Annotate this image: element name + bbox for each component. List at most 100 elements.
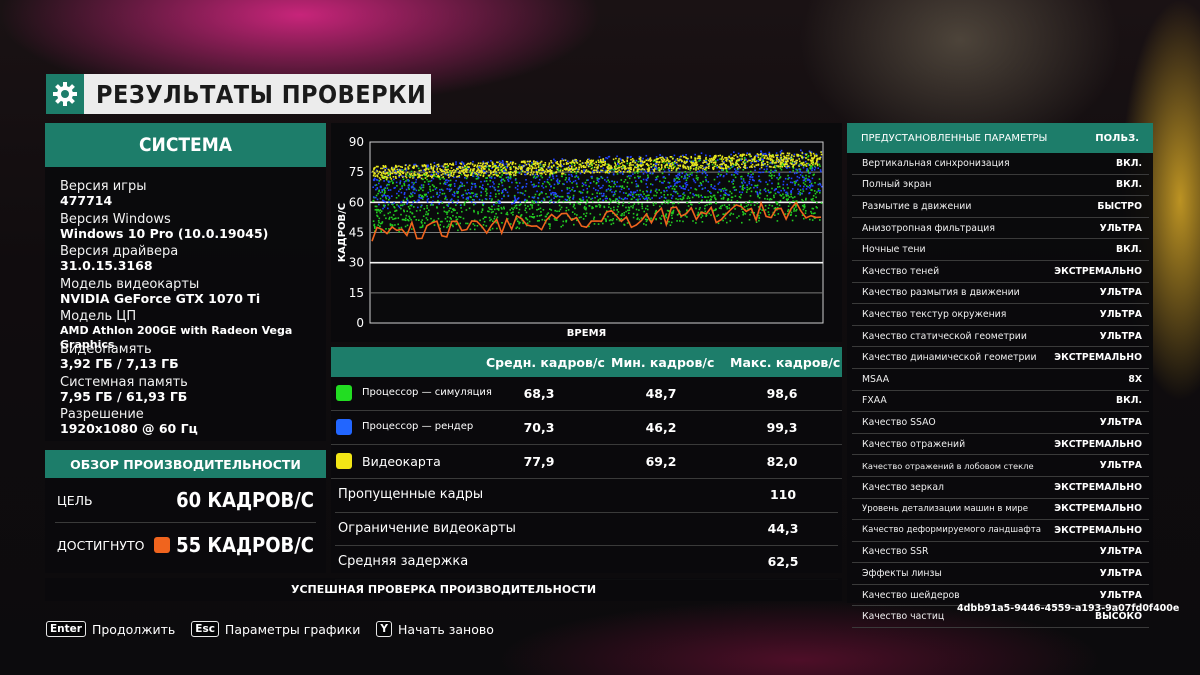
preset-name: Ночные тени bbox=[862, 244, 926, 256]
footer-action-начать-заново[interactable]: Y Начать заново bbox=[376, 621, 494, 637]
system-info-item: Системная память 7,95 ГБ / 61,93 ГБ bbox=[60, 375, 326, 408]
achieved-value: 55 КАДРОВ/С bbox=[176, 533, 314, 557]
system-info-value: Windows 10 Pro (10.0.19045) bbox=[60, 225, 269, 241]
preset-value: УЛЬТРА bbox=[1099, 460, 1142, 472]
y-tick-label: 15 bbox=[349, 286, 364, 300]
preset-row: Вертикальная синхронизация ВКЛ. bbox=[852, 153, 1149, 175]
preset-row: Анизотропная фильтрация УЛЬТРА bbox=[852, 218, 1149, 240]
target-value: 60 КАДРОВ/С bbox=[176, 488, 314, 512]
footer-action-продолжить[interactable]: Enter Продолжить bbox=[46, 621, 175, 637]
metric-row: Пропущенные кадры 110 bbox=[335, 479, 838, 513]
series-color-swatch bbox=[336, 385, 352, 401]
system-info-label: Модель ЦП bbox=[60, 309, 137, 325]
preset-value: ВКЛ. bbox=[1116, 157, 1142, 169]
preset-row: Эффекты линзы УЛЬТРА bbox=[852, 563, 1149, 585]
series-name: Процессор — симуляция bbox=[362, 387, 492, 398]
metric-rows: Пропущенные кадры 110 Ограничение видеокар… bbox=[331, 479, 842, 580]
min-fps-value: 46,2 bbox=[645, 420, 677, 435]
metric-name: Пропущенные кадры bbox=[338, 487, 484, 502]
preset-value: УЛЬТРА bbox=[1099, 416, 1142, 428]
preset-name: Качество отражений в лобовом стекле bbox=[862, 460, 1034, 471]
preset-value: ЭКСТРЕМАЛЬНО bbox=[1054, 524, 1142, 536]
achieved-color-swatch bbox=[154, 537, 171, 553]
preset-name: Вертикальная синхронизация bbox=[862, 157, 1010, 169]
achieved-label: ДОСТИГНУТО bbox=[57, 537, 145, 553]
preset-row: Качество статической геометрии УЛЬТРА bbox=[852, 326, 1149, 348]
footer-action-label: Начать заново bbox=[398, 621, 494, 637]
system-info-value: 7,95 ГБ / 61,93 ГБ bbox=[60, 388, 188, 404]
benchmark-guid: 4dbb91a5-9446-4559-a193-9a07fd0f400e bbox=[957, 603, 1180, 614]
preset-row: Качество зеркал ЭКСТРЕМАЛЬНО bbox=[852, 477, 1149, 499]
preset-value: УЛЬТРА bbox=[1099, 589, 1142, 601]
preset-row: Качество отражений в лобовом стекле УЛЬТР… bbox=[852, 455, 1149, 477]
target-row: ЦЕЛЬ 60 КАДРОВ/С bbox=[45, 478, 326, 522]
system-info-value: 1920x1080 @ 60 Гц bbox=[60, 421, 198, 437]
min-fps-value: 69,2 bbox=[645, 454, 677, 469]
system-info-label: Модель видеокарты bbox=[60, 276, 200, 292]
min-fps-value: 48,7 bbox=[645, 386, 677, 401]
preset-name: Качество деформируемого ландшафта bbox=[862, 525, 1042, 536]
x-axis-label: ВРЕМЯ bbox=[567, 328, 606, 339]
page-title: РЕЗУЛЬТАТЫ ПРОВЕРКИ bbox=[84, 74, 431, 114]
preset-name: Качество отражений bbox=[862, 438, 966, 450]
achieved-row: ДОСТИГНУТО 55 КАДРОВ/С bbox=[45, 523, 326, 567]
preset-value: ЭКСТРЕМАЛЬНО bbox=[1054, 503, 1142, 515]
footer-action-параметры-графики[interactable]: Esc Параметры графики bbox=[191, 621, 360, 637]
footer-controls: Enter Продолжить Esc Параметры графики Y Нача… bbox=[46, 618, 502, 640]
preset-value: ВКЛ. bbox=[1116, 179, 1142, 191]
max-fps-value: 82,0 bbox=[766, 454, 798, 469]
preset-row: FXAA ВКЛ. bbox=[852, 391, 1149, 413]
preset-value: УЛЬТРА bbox=[1099, 287, 1142, 299]
key-hint: Y bbox=[376, 621, 393, 637]
preset-value: УЛЬТРА bbox=[1099, 330, 1142, 342]
presets-list: Вертикальная синхронизация ВКЛ. Полный экр… bbox=[847, 153, 1153, 629]
system-info-item: Версия драйвера 31.0.15.3168 bbox=[60, 244, 326, 277]
preset-row: Качество SSR УЛЬТРА bbox=[852, 542, 1149, 564]
footer-action-label: Параметры графики bbox=[224, 621, 361, 637]
fps-stats-table: Средн. кадров/с Мин. кадров/с Макс. кадр… bbox=[331, 347, 842, 580]
system-info-label: Версия Windows bbox=[60, 211, 171, 227]
preset-value: ЭКСТРЕМАЛЬНО bbox=[1054, 265, 1142, 277]
preset-name: FXAA bbox=[862, 395, 887, 407]
system-info-label: Версия драйвера bbox=[60, 244, 179, 260]
series-color-swatch bbox=[336, 453, 352, 469]
preset-row: Уровень детализации машин в мире ЭКСТРЕМА… bbox=[852, 499, 1149, 521]
system-info-label: Разрешение bbox=[60, 407, 144, 423]
metric-value: 44,3 bbox=[767, 520, 799, 536]
preset-row: Качество теней ЭКСТРЕМАЛЬНО bbox=[852, 261, 1149, 283]
preset-name: Эффекты линзы bbox=[862, 568, 942, 580]
preset-row: Ночные тени ВКЛ. bbox=[852, 239, 1149, 261]
max-fps-value: 98,6 bbox=[766, 386, 798, 401]
page-header: РЕЗУЛЬТАТЫ ПРОВЕРКИ bbox=[46, 74, 431, 114]
fps-chart: 90 75 60 45 30 15 0 КАДРОВ/С ВРЕМЯ bbox=[337, 135, 824, 339]
system-info-value: 3,92 ГБ / 7,13 ГБ bbox=[60, 355, 179, 371]
preset-row: Качество SSAO УЛЬТРА bbox=[852, 412, 1149, 434]
preset-name: Размытие в движении bbox=[862, 200, 972, 212]
presets-title: ПРЕДУСТАНОВЛЕННЫЕ ПАРАМЕТРЫ bbox=[861, 132, 1048, 144]
metric-name: Средняя задержка bbox=[338, 554, 469, 569]
system-info-label: Видеопамять bbox=[60, 341, 152, 357]
metric-value: 62,5 bbox=[767, 554, 799, 569]
key-hint: Enter bbox=[46, 621, 86, 637]
preset-name: Качество SSR bbox=[862, 546, 929, 558]
metric-row: Средняя задержка 62,5 bbox=[335, 546, 838, 580]
system-title: СИСТЕМА bbox=[45, 123, 326, 167]
system-info-item: Модель видеокарты NVIDIA GeForce GTX 1070… bbox=[60, 277, 326, 310]
preset-value: БЫСТРО bbox=[1097, 200, 1142, 212]
system-info-item: Модель ЦП AMD Athlon 200GE with Radeon Ve… bbox=[60, 309, 326, 351]
avg-fps-value: 77,9 bbox=[523, 454, 555, 469]
avg-fps-value: 68,3 bbox=[523, 386, 555, 401]
y-tick-label: 75 bbox=[349, 165, 364, 179]
metric-name: Ограничение видеокарты bbox=[338, 520, 516, 536]
preset-name: Качество текстур окружения bbox=[862, 308, 1007, 320]
preset-name: Качество размытия в движении bbox=[862, 287, 1020, 299]
system-info-list: Версия игры 477714 Версия Windows Windows 1… bbox=[45, 167, 326, 440]
target-label: ЦЕЛЬ bbox=[57, 492, 93, 508]
preset-name: Уровень детализации машин в мире bbox=[862, 503, 1029, 514]
fps-chart-panel: 90 75 60 45 30 15 0 КАДРОВ/С ВРЕМЯ bbox=[331, 123, 842, 342]
min-fps-header: Мин. кадров/с bbox=[611, 355, 715, 370]
preset-name: Качество теней bbox=[862, 265, 940, 277]
avg-fps-header: Средн. кадров/с bbox=[486, 355, 605, 370]
preset-row: Качество деформируемого ландшафта ЭКСТРЕМ… bbox=[852, 520, 1149, 542]
key-hint: Esc bbox=[191, 621, 219, 637]
